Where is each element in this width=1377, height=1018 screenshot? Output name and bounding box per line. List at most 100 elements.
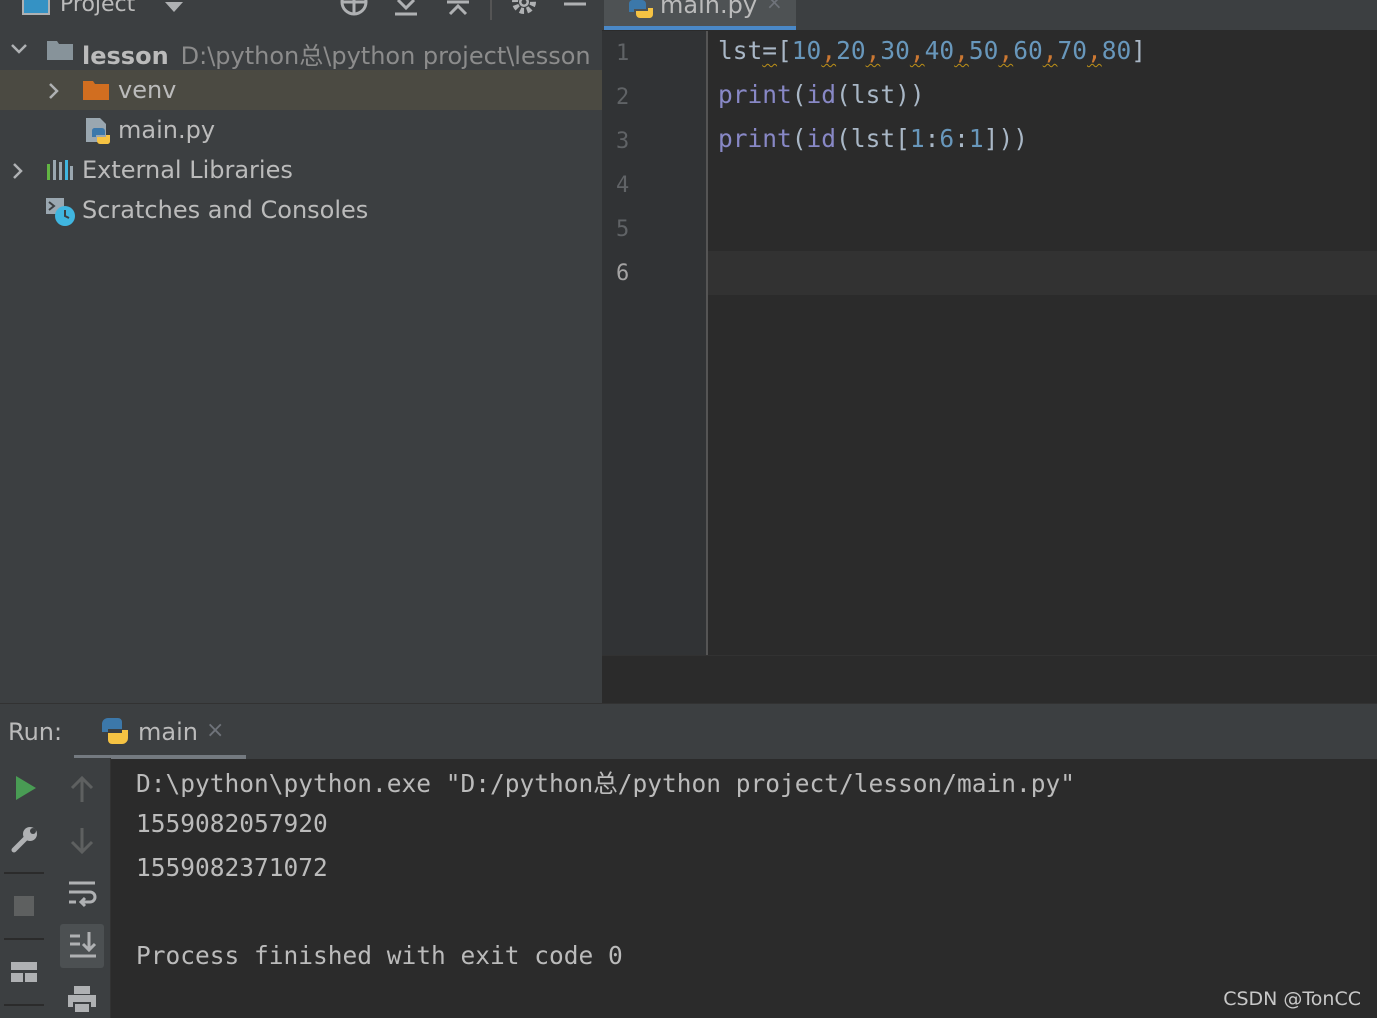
code-token-operator: = [762, 36, 778, 65]
python-file-icon [628, 0, 654, 18]
console-line: 1559082057920 [136, 809, 328, 838]
stop-icon[interactable] [12, 894, 36, 918]
tree-item-scratches-and-consoles[interactable]: Scratches and Consoles [0, 190, 602, 230]
code-token-paren: ) [895, 80, 910, 109]
run-tab-main[interactable]: main × [74, 704, 246, 759]
code-token-number: 80 [1101, 36, 1132, 65]
console-line: D:\python\python.exe "D:/python总/python … [136, 769, 1076, 798]
code-token-number: 6 [939, 124, 955, 153]
run-tab-label: main [138, 718, 198, 746]
code-token-comma: , [865, 36, 881, 65]
toolbar-divider [4, 1004, 44, 1006]
tab-active-indicator [604, 26, 796, 30]
tree-item-label: main.py [118, 116, 216, 144]
folder-icon [83, 81, 109, 100]
code-token-comma: , [1042, 36, 1058, 65]
arrow-up-icon[interactable] [68, 774, 96, 804]
run-header: Run: main × [0, 703, 1377, 759]
code-token-number: 60 [1013, 36, 1043, 65]
minimize-icon[interactable] [562, 0, 588, 12]
code-token-paren: ( [791, 80, 807, 109]
code-token-paren: ( [836, 124, 851, 153]
tree-item-venv[interactable]: venv [0, 70, 602, 110]
project-title[interactable]: Project [60, 0, 135, 17]
code-line-2[interactable]: print(id(lst)) [718, 80, 925, 109]
code-token-builtin: print [718, 124, 792, 153]
tree-item-lesson[interactable]: lesson D:\python总\python project\lesson [0, 30, 602, 70]
python-file-icon [86, 118, 111, 144]
line-number-gutter: 1 2 3 4 5 6 [602, 31, 708, 655]
run-icon[interactable] [12, 774, 38, 802]
line-number: 4 [616, 173, 630, 198]
code-token-builtin: id [806, 124, 837, 153]
editor-tab-bar: main.py × [602, 0, 1377, 30]
code-token-number: 20 [836, 36, 866, 65]
tab-label: main.py [660, 0, 758, 19]
code-token-number: 70 [1057, 36, 1087, 65]
layout-icon[interactable] [10, 960, 38, 984]
project-header: Project [0, 0, 602, 30]
gear-icon[interactable] [510, 0, 538, 18]
chevron-down-icon[interactable] [10, 42, 28, 56]
project-icon [22, 0, 50, 15]
project-panel: Project lesson D:\python总\python project… [0, 0, 602, 703]
code-token-paren: ) [998, 124, 1014, 153]
code-line-3[interactable]: print(id(lst[1:6:1])) [718, 124, 1028, 153]
tree-item-label: External Libraries [82, 156, 293, 184]
chevron-right-icon[interactable] [46, 82, 62, 100]
line-number: 5 [616, 217, 630, 242]
tab-close-icon[interactable]: × [766, 0, 783, 14]
soft-wrap-icon[interactable] [66, 878, 98, 910]
line-number: 2 [616, 85, 630, 110]
code-token-identifier: lst [718, 36, 763, 65]
run-toolbar-secondary [50, 758, 111, 1018]
code-token-number: 10 [791, 36, 822, 65]
arrow-down-icon[interactable] [68, 826, 96, 856]
tree-item-main-py[interactable]: main.py [0, 110, 602, 150]
expand-all-icon[interactable] [392, 0, 420, 20]
editor-bottom-area [602, 655, 1377, 704]
tree-item-external-libraries[interactable]: External Libraries [0, 150, 602, 190]
scroll-to-end-button[interactable] [60, 924, 104, 968]
python-icon [102, 718, 128, 744]
code-token-identifier: lst [850, 80, 896, 109]
code-token-comma: , [954, 36, 969, 65]
code-token-paren: ) [909, 80, 925, 109]
code-token-comma: , [909, 36, 925, 65]
run-label: Run: [8, 718, 63, 746]
line-number: 3 [616, 129, 630, 154]
dropdown-icon[interactable] [163, 0, 185, 14]
code-token-identifier: lst [850, 124, 896, 153]
code-token-colon: : [954, 124, 969, 153]
line-number: 6 [616, 261, 630, 286]
tab-main-py[interactable]: main.py × [604, 0, 796, 30]
code-token-comma: , [998, 36, 1014, 65]
code-token-paren: ( [836, 80, 851, 109]
collapse-all-icon[interactable] [444, 0, 472, 20]
tree-item-path: D:\python总\python project\lesson [180, 42, 591, 70]
toolbar-divider [4, 938, 44, 940]
code-token-paren: ) [1013, 124, 1028, 153]
tree-item-label: Scratches and Consoles [82, 196, 369, 224]
editor: main.py × 1 2 3 4 5 6 lst=[10,20,30,40,5… [602, 0, 1377, 704]
locate-icon[interactable] [338, 0, 370, 18]
console-line: 1559082371072 [136, 853, 328, 882]
scroll-to-end-icon [70, 932, 97, 958]
code-token-bracket: [ [895, 124, 910, 153]
run-toolbar-primary [0, 758, 50, 1018]
code-line-1[interactable]: lst=[10,20,30,40,50,60,70,80] [718, 36, 1146, 65]
toolbar-divider [4, 872, 44, 874]
print-icon[interactable] [66, 984, 98, 1014]
code-token-bracket: ] [983, 124, 999, 153]
toolbar-divider [490, 0, 492, 20]
code-token-comma: , [821, 36, 837, 65]
code-token-number: 50 [968, 36, 999, 65]
folder-icon [47, 41, 73, 60]
current-line-highlight [708, 251, 1377, 295]
chevron-right-icon[interactable] [10, 162, 26, 180]
code-token-bracket: [ [777, 36, 792, 65]
run-tab-close-icon[interactable]: × [206, 718, 224, 743]
code-token-number: 1 [909, 124, 925, 153]
wrench-icon[interactable] [10, 824, 40, 854]
code-token-colon: : [924, 124, 940, 153]
